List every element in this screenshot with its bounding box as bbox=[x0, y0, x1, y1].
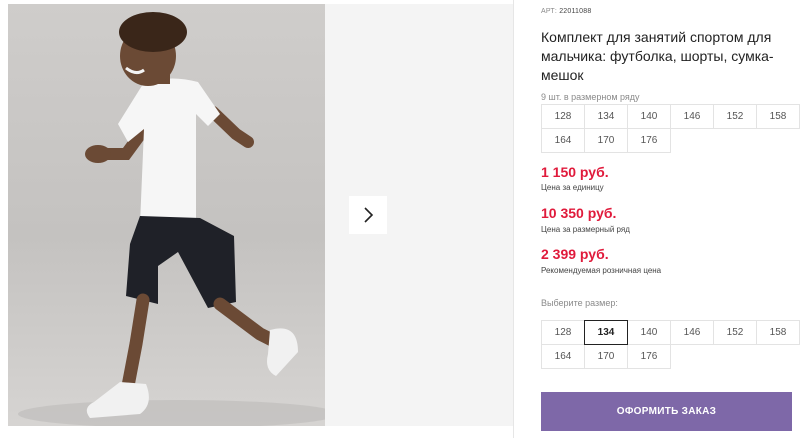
size-option[interactable]: 128 bbox=[541, 320, 585, 345]
size-set-grid: 128 134 140 146 152 158 164 170 176 bbox=[541, 104, 800, 153]
unit-price-caption: Цена за единицу bbox=[541, 183, 604, 192]
product-title: Комплект для занятий спортом для мальчик… bbox=[541, 29, 774, 83]
size-option[interactable]: 176 bbox=[627, 344, 671, 369]
size-set-note: 9 шт. в размерном ряду bbox=[541, 92, 640, 102]
set-price-caption: Цена за размерный ряд bbox=[541, 225, 630, 234]
product-photo bbox=[8, 4, 325, 426]
size-set-cell: 146 bbox=[670, 104, 714, 129]
size-option[interactable]: 158 bbox=[756, 320, 800, 345]
gallery-next-button[interactable] bbox=[349, 196, 387, 234]
chevron-right-icon bbox=[364, 207, 374, 223]
size-set-cell: 140 bbox=[627, 104, 671, 129]
unit-price: 1 150 руб. bbox=[541, 164, 609, 180]
panel-divider bbox=[513, 0, 514, 438]
size-set-cell: 128 bbox=[541, 104, 585, 129]
size-set-cell: 164 bbox=[541, 128, 585, 153]
size-option[interactable]: 140 bbox=[627, 320, 671, 345]
size-picker: 128 134 140 146 152 158 164 170 176 bbox=[541, 320, 800, 369]
size-option[interactable]: 170 bbox=[584, 344, 628, 369]
size-set-cell: 176 bbox=[627, 128, 671, 153]
retail-price-caption: Рекомендуемая розничная цена bbox=[541, 266, 662, 275]
size-option-selected[interactable]: 134 bbox=[584, 320, 628, 345]
size-set-cell: 158 bbox=[756, 104, 800, 129]
retail-price: 2 399 руб. bbox=[541, 246, 609, 262]
article-label: АРТ: bbox=[541, 8, 558, 15]
set-price: 10 350 руб. bbox=[541, 205, 617, 221]
size-set-cell: 152 bbox=[713, 104, 757, 129]
boy-running-image bbox=[18, 12, 325, 426]
choose-size-label: Выберите размер: bbox=[541, 298, 618, 308]
size-set-cell: 134 bbox=[584, 104, 628, 129]
size-option[interactable]: 164 bbox=[541, 344, 585, 369]
size-option[interactable]: 152 bbox=[713, 320, 757, 345]
place-order-button[interactable]: ОФОРМИТЬ ЗАКАЗ bbox=[541, 392, 792, 431]
size-set-cell: 170 bbox=[584, 128, 628, 153]
product-gallery bbox=[8, 4, 513, 426]
article-number: АРТ: 22011088 bbox=[541, 8, 591, 15]
article-value: 22011088 bbox=[559, 8, 592, 15]
size-option[interactable]: 146 bbox=[670, 320, 714, 345]
